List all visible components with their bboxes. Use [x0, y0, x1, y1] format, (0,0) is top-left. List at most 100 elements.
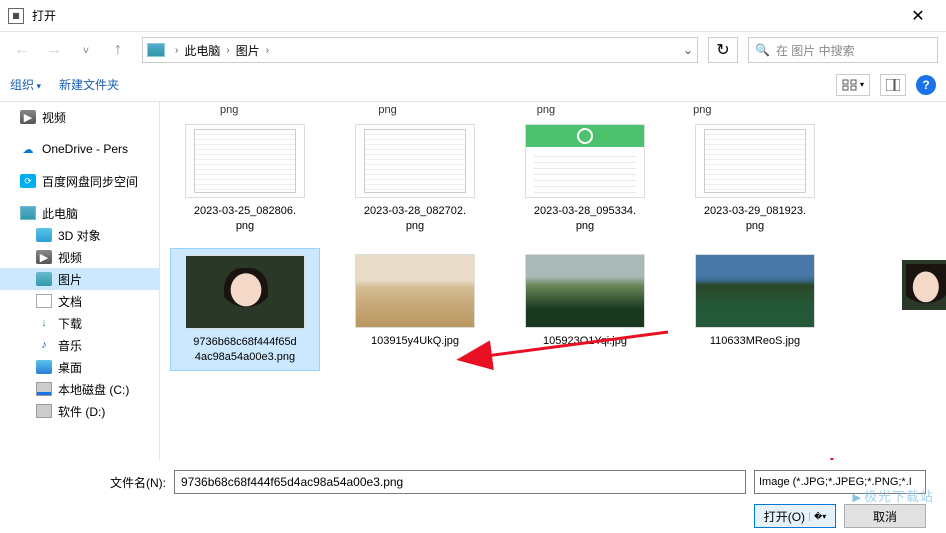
cancel-button-label: 取消 [873, 508, 897, 525]
video-icon: ▶ [36, 250, 52, 264]
sidebar-item-baidu[interactable]: ⟳百度网盘同步空间 [0, 170, 159, 192]
sidebar-item-label: 视频 [42, 109, 66, 126]
sidebar-item-label: 桌面 [58, 359, 82, 376]
file-item[interactable]: 2023-03-28_082702.png [340, 118, 490, 240]
filename-input[interactable] [174, 470, 746, 494]
sidebar-item-label: 音乐 [58, 337, 82, 354]
file-item-selected[interactable]: 9736b68c68f444f65d4ac98a54a00e3.png [170, 248, 320, 372]
baidu-icon: ⟳ [20, 174, 36, 188]
chevron-right-icon: › [226, 45, 229, 56]
thumbnail [185, 124, 305, 198]
pc-icon [20, 206, 36, 220]
disk-icon [36, 404, 52, 418]
sidebar-item-label: 本地磁盘 (C:) [58, 381, 129, 398]
thumbnail [695, 254, 815, 328]
file-name: 2023-03-28_095334.png [534, 204, 636, 234]
close-button[interactable]: ✕ [898, 0, 938, 32]
col-ext: png [378, 104, 396, 116]
file-item[interactable]: 2023-03-25_082806.png [170, 118, 320, 240]
sidebar-item-video2[interactable]: ▶ 视频 [0, 246, 159, 268]
sidebar-item-label: 下载 [58, 315, 82, 332]
pc-icon [147, 43, 165, 57]
file-item[interactable]: 2023-03-29_081923.png [680, 118, 830, 240]
sidebar-item-video[interactable]: ▶ 视频 [0, 106, 159, 128]
breadcrumb-seg2[interactable]: 图片 [236, 42, 260, 59]
col-ext: png [537, 104, 555, 116]
breadcrumb-dropdown[interactable]: ⌄ [683, 43, 693, 57]
sidebar-item-onedrive[interactable]: ☁ OneDrive - Pers [0, 138, 159, 160]
search-icon: 🔍 [755, 43, 770, 57]
dialog-footer: 文件名(N): Image (*.JPG;*.JPEG;*.PNG;*.I 打开… [0, 458, 946, 533]
forward-button[interactable]: → [40, 38, 68, 62]
sidebar-item-label: 视频 [58, 249, 82, 266]
document-icon [36, 294, 52, 308]
filetype-select[interactable]: Image (*.JPG;*.JPEG;*.PNG;*.I [754, 470, 926, 494]
file-name: 9736b68c68f444f65d4ac98a54a00e3.png [193, 335, 296, 365]
sidebar-item-music[interactable]: ♪ 音乐 [0, 334, 159, 356]
sidebar-item-thispc[interactable]: 此电脑 [0, 202, 159, 224]
file-name: 110633MReoS.jpg [710, 334, 800, 349]
thumbnail [185, 255, 305, 329]
toolbar: 组织 新建文件夹 ▾ ? [0, 68, 946, 102]
filename-label: 文件名(N): [110, 474, 166, 491]
music-icon: ♪ [36, 338, 52, 352]
window-title: 打开 [32, 7, 898, 24]
sidebar-item-disk-c[interactable]: 本地磁盘 (C:) [0, 378, 159, 400]
file-item[interactable]: 2023-03-28_095334.png [510, 118, 660, 240]
desktop-icon [36, 360, 52, 374]
disk-icon [36, 382, 52, 396]
view-mode-button[interactable]: ▾ [836, 74, 870, 96]
chevron-right-icon: › [266, 45, 269, 56]
navbar: ← → ⅴ ↑ › 此电脑 › 图片 › ⌄ ↻ 🔍 在 图片 中搜索 [0, 32, 946, 68]
search-placeholder: 在 图片 中搜索 [776, 42, 855, 59]
sidebar-item-3d[interactable]: 3D 对象 [0, 224, 159, 246]
file-name: 105923O1Yqi.jpg [543, 334, 627, 349]
organize-menu[interactable]: 组织 [10, 76, 41, 93]
preview-pane-button[interactable] [880, 74, 906, 96]
pictures-icon [36, 272, 52, 286]
search-input[interactable]: 🔍 在 图片 中搜索 [748, 37, 938, 63]
breadcrumb-seg1[interactable]: 此电脑 [184, 42, 220, 59]
sidebar-item-downloads[interactable]: ↓下载 [0, 312, 159, 334]
sidebar-item-desktop[interactable]: 桌面 [0, 356, 159, 378]
file-pane[interactable]: png png png png 2023-03-25_082806.png 20… [160, 102, 946, 460]
cancel-button[interactable]: 取消 [844, 504, 926, 528]
preview-thumbnail [902, 260, 946, 310]
breadcrumb[interactable]: › 此电脑 › 图片 › ⌄ [142, 37, 698, 63]
sidebar-item-label: 3D 对象 [58, 227, 101, 244]
thumbnail [355, 254, 475, 328]
thumbnail [525, 254, 645, 328]
thumbnail [695, 124, 815, 198]
sidebar-item-documents[interactable]: 文档 [0, 290, 159, 312]
app-icon: ▦ [8, 8, 24, 24]
sidebar: ▶ 视频 ☁ OneDrive - Pers ⟳百度网盘同步空间 此电脑 3D 对象… [0, 102, 160, 460]
thumbnail [355, 124, 475, 198]
titlebar: ▦ 打开 ✕ [0, 0, 946, 32]
up-button[interactable]: ↑ [104, 38, 132, 62]
sidebar-item-label: 此电脑 [42, 205, 78, 222]
chevron-right-icon: › [175, 45, 178, 56]
help-button[interactable]: ? [916, 75, 936, 95]
file-item[interactable]: 105923O1Yqi.jpg [510, 248, 660, 372]
sidebar-item-label: OneDrive - Pers [42, 142, 128, 156]
content-area: ▶ 视频 ☁ OneDrive - Pers ⟳百度网盘同步空间 此电脑 3D 对象… [0, 102, 946, 460]
sidebar-item-pictures[interactable]: 图片 [0, 268, 159, 290]
open-button[interactable]: 打开(O) �▾ [754, 504, 836, 528]
file-name: 2023-03-25_082806.png [194, 204, 296, 234]
recent-menu[interactable]: ⅴ [72, 38, 100, 62]
col-ext: png [693, 104, 711, 116]
sidebar-item-label: 图片 [58, 271, 82, 288]
file-name: 2023-03-28_082702.png [364, 204, 466, 234]
file-item[interactable]: 110633MReoS.jpg [680, 248, 830, 372]
file-item[interactable]: 103915y4UkQ.jpg [340, 248, 490, 372]
back-button[interactable]: ← [8, 38, 36, 62]
new-folder-button[interactable]: 新建文件夹 [59, 76, 119, 93]
refresh-button[interactable]: ↻ [708, 37, 738, 63]
sidebar-item-disk-d[interactable]: 软件 (D:) [0, 400, 159, 422]
video-icon: ▶ [20, 110, 36, 124]
cloud-icon: ☁ [20, 142, 36, 156]
file-name: 103915y4UkQ.jpg [371, 334, 459, 349]
open-button-label: 打开(O) [764, 508, 805, 525]
col-ext: png [220, 104, 238, 116]
sidebar-item-label: 软件 (D:) [58, 403, 105, 420]
